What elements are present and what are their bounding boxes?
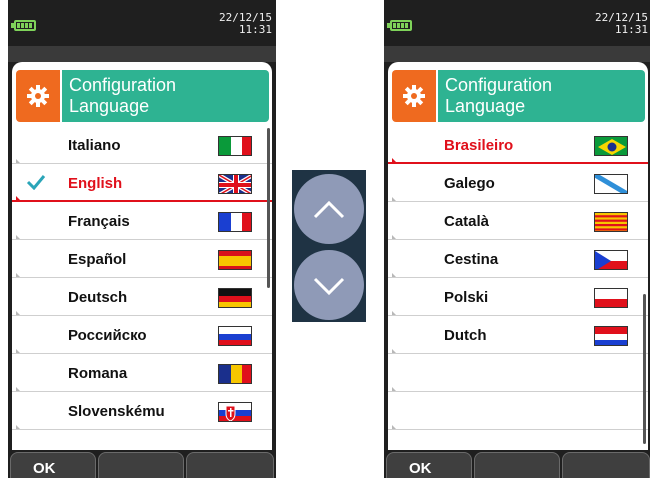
language-label: English: [68, 175, 123, 192]
status-bar: 22/12/15 11:31: [8, 0, 276, 46]
language-label: Российско: [68, 327, 147, 344]
flag-germany-icon: [218, 288, 252, 308]
content-panel: Configuration Language Italiano English: [12, 62, 272, 450]
language-label: Español: [68, 251, 127, 268]
screen-header: Configuration Language: [16, 70, 269, 122]
softkey-3[interactable]: [186, 452, 274, 478]
flag-poland-icon: [594, 288, 628, 308]
softkey-2[interactable]: [98, 452, 184, 478]
flag-spain-icon: [218, 250, 252, 270]
language-row-cestina[interactable]: Cestina: [388, 240, 648, 278]
language-row-romana[interactable]: Romana: [12, 354, 272, 392]
ok-button[interactable]: OK: [386, 452, 472, 478]
gear-icon: [16, 70, 60, 122]
header-subtitle: Language: [445, 96, 526, 116]
scroll-down-button[interactable]: [292, 248, 366, 322]
flag-uk-icon: [218, 174, 252, 194]
header-title: Configuration: [69, 75, 177, 95]
header-subtitle: Language: [69, 96, 150, 116]
flag-czech-icon: [594, 250, 628, 270]
ok-button-label: OK: [409, 460, 432, 477]
language-label: Català: [444, 213, 490, 230]
language-row-galego[interactable]: Galego: [388, 164, 648, 202]
language-row-english[interactable]: English: [12, 164, 272, 202]
flag-italy-icon: [218, 136, 252, 156]
language-label: Cestina: [444, 251, 499, 268]
device-screen-right: 22/12/15 11:31 Configuration Language Br…: [384, 0, 650, 478]
flag-romania-icon: [218, 364, 252, 384]
flag-galicia-icon: [594, 174, 628, 194]
content-panel: Configuration Language Brasileiro Galego: [388, 62, 648, 450]
language-list: Italiano English Français Español Deutsc…: [12, 126, 272, 430]
navigation-arrows: [292, 170, 366, 322]
flag-russia-icon: [218, 326, 252, 346]
datetime: 22/12/15 11:31: [219, 12, 272, 36]
time-text: 11:31: [238, 23, 272, 36]
title-box: Configuration Language: [62, 70, 269, 122]
ok-button-label: OK: [33, 460, 56, 477]
checkmark-icon: [26, 174, 46, 195]
arrow-up-icon: [294, 174, 364, 244]
scrollbar[interactable]: [267, 128, 270, 288]
softkey-2[interactable]: [474, 452, 560, 478]
title-box: Configuration Language: [438, 70, 645, 122]
language-list: Brasileiro Galego Català Cestina Polski …: [388, 126, 648, 430]
status-bar: 22/12/15 11:31: [384, 0, 650, 46]
header-title: Configuration: [445, 75, 553, 95]
language-label: Deutsch: [68, 289, 128, 306]
gear-icon: [392, 70, 436, 122]
language-label: Romana: [68, 365, 128, 382]
list-item-empty: [388, 354, 648, 392]
language-label: Dutch: [444, 327, 487, 344]
language-label: Polski: [444, 289, 489, 306]
sub-bar: [8, 46, 276, 62]
list-item-empty: [388, 392, 648, 430]
ok-button[interactable]: OK: [10, 452, 96, 478]
battery-icon: [11, 20, 36, 31]
language-row-catala[interactable]: Català: [388, 202, 648, 240]
device-screen-left: 22/12/15 11:31 Configuration Language It…: [8, 0, 276, 478]
screen-header: Configuration Language: [392, 70, 645, 122]
softkey-bar: OK: [8, 450, 276, 478]
flag-slovakia-icon: [218, 402, 252, 422]
time-text: 11:31: [614, 23, 648, 36]
language-row-russian[interactable]: Российско: [12, 316, 272, 354]
scrollbar[interactable]: [643, 294, 646, 444]
flag-france-icon: [218, 212, 252, 232]
sub-bar: [384, 46, 650, 62]
language-label: Slovenskému: [68, 403, 165, 420]
language-row-espanol[interactable]: Español: [12, 240, 272, 278]
language-label: Galego: [444, 175, 495, 192]
softkey-3[interactable]: [562, 452, 650, 478]
arrow-down-icon: [294, 250, 364, 320]
language-row-slovensky[interactable]: Slovenskému: [12, 392, 272, 430]
datetime: 22/12/15 11:31: [595, 12, 648, 36]
language-label: Français: [68, 213, 130, 230]
softkey-bar: OK: [384, 450, 650, 478]
battery-icon: [387, 20, 412, 31]
language-row-francais[interactable]: Français: [12, 202, 272, 240]
language-row-deutsch[interactable]: Deutsch: [12, 278, 272, 316]
language-row-polski[interactable]: Polski: [388, 278, 648, 316]
language-row-italiano[interactable]: Italiano: [12, 126, 272, 164]
flag-catalonia-icon: [594, 212, 628, 232]
language-row-brasileiro[interactable]: Brasileiro: [388, 126, 648, 164]
scroll-up-button[interactable]: [292, 172, 366, 246]
flag-brazil-icon: [594, 136, 628, 156]
language-row-dutch[interactable]: Dutch: [388, 316, 648, 354]
language-label: Brasileiro: [444, 137, 514, 154]
language-label: Italiano: [68, 137, 121, 154]
flag-netherlands-icon: [594, 326, 628, 346]
